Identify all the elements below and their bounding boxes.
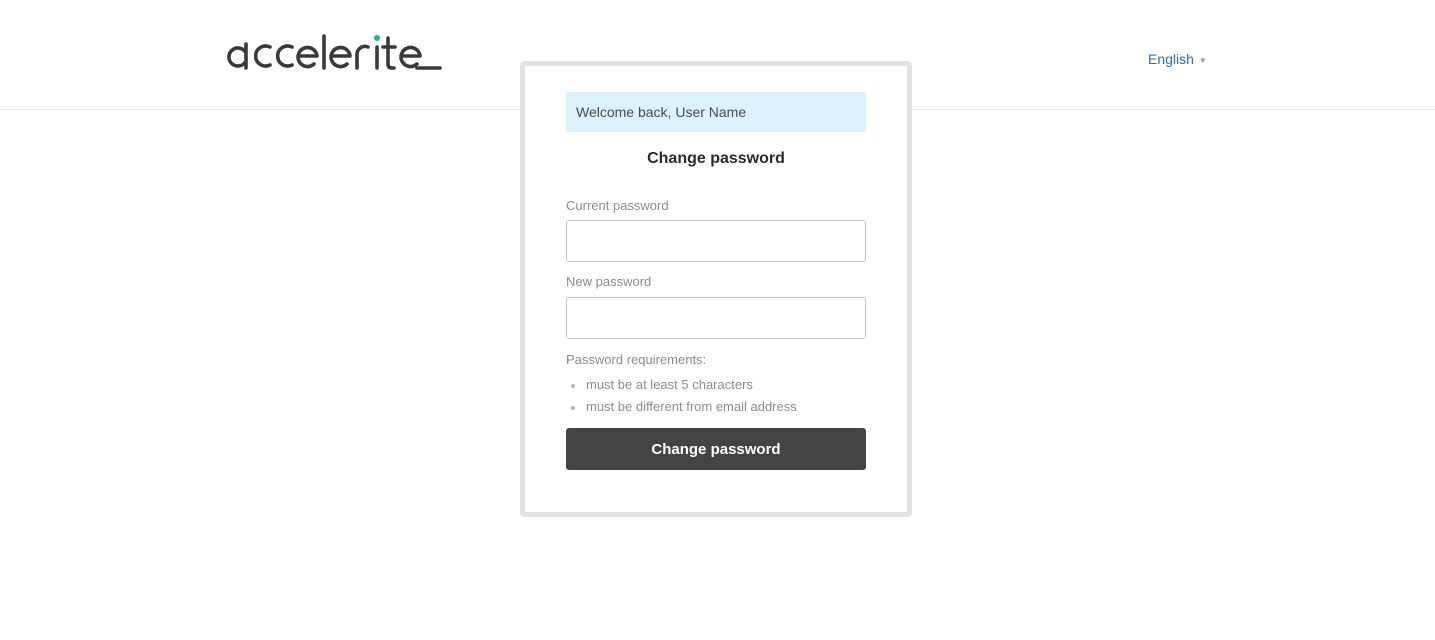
new-password-label: New password xyxy=(566,274,652,289)
current-password-input[interactable] xyxy=(566,220,866,262)
change-password-button[interactable]: Change password xyxy=(566,428,866,470)
page-title: Change password xyxy=(647,150,785,167)
bullet-icon xyxy=(571,406,575,410)
welcome-banner: Welcome back, User Name xyxy=(566,92,866,132)
new-password-input[interactable] xyxy=(566,297,866,339)
logo-accent-dot xyxy=(374,35,380,41)
requirement-text: must be at least 5 characters xyxy=(586,377,753,392)
caret-down-icon: ▼ xyxy=(1198,56,1207,65)
change-password-card: Welcome back, User Name Change password … xyxy=(520,61,912,517)
current-password-label: Current password xyxy=(566,198,669,213)
requirement-item: must be at least 5 characters xyxy=(566,374,797,396)
language-label: English xyxy=(1148,51,1194,67)
requirement-text: must be different from email address xyxy=(586,399,797,414)
password-requirements-title: Password requirements: xyxy=(566,352,707,367)
bullet-icon xyxy=(571,384,575,388)
accelerite-logo[interactable] xyxy=(226,30,444,74)
language-selector[interactable]: English ▼ xyxy=(1148,51,1207,67)
password-requirements-list: must be at least 5 characters must be di… xyxy=(566,374,797,418)
requirement-item: must be different from email address xyxy=(566,396,797,418)
